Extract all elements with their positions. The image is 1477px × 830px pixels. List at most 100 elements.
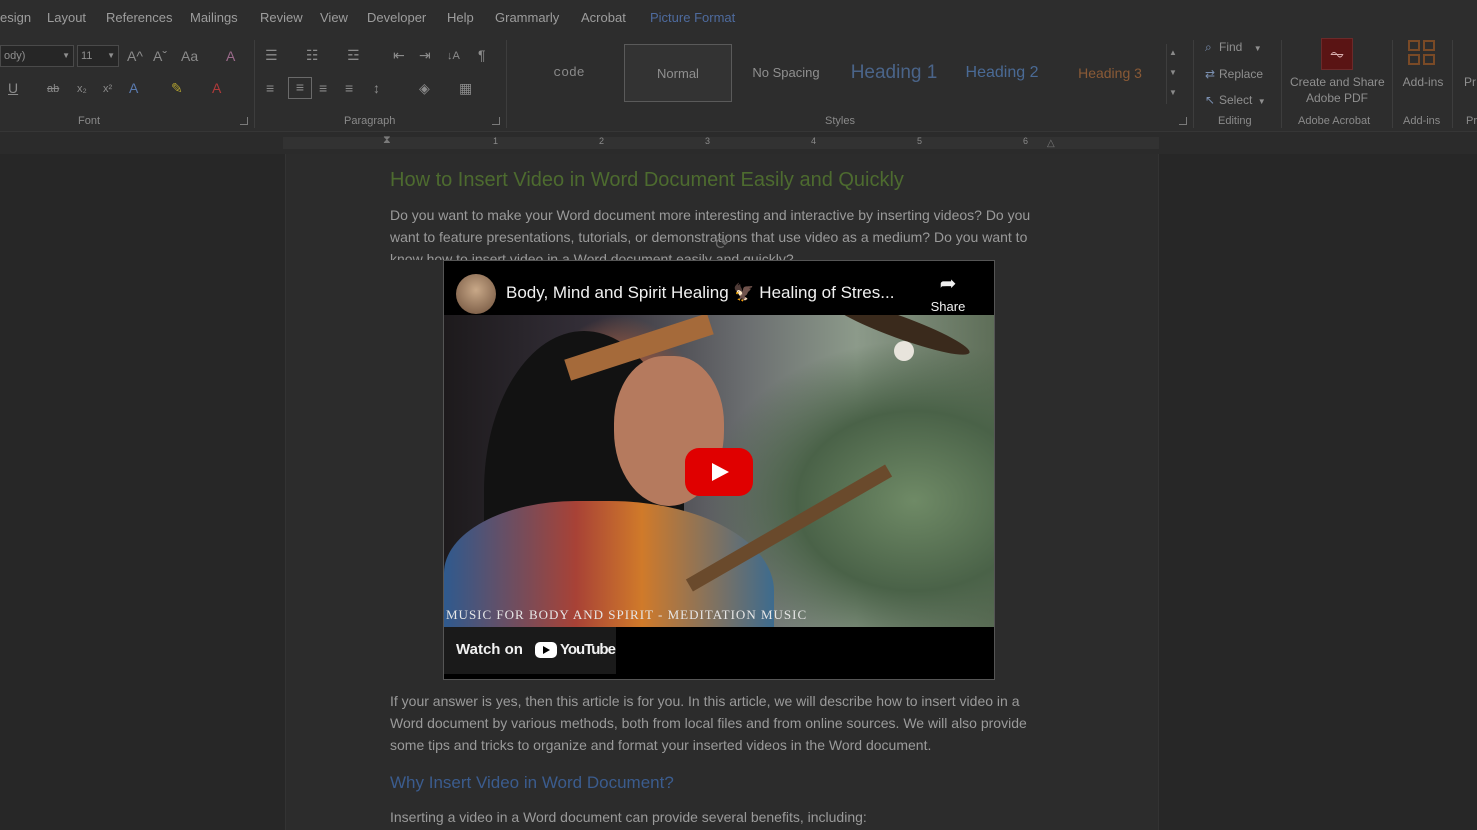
video-title[interactable]: Body, Mind and Spirit Healing 🦅 Healing … (506, 283, 894, 303)
document-title[interactable]: How to Insert Video in Word Document Eas… (390, 169, 904, 192)
bullets-icon[interactable]: ☰ (265, 46, 278, 64)
font-color-icon[interactable]: A (212, 79, 221, 97)
overflow-button[interactable]: Pr (1464, 74, 1476, 90)
cursor-icon: ↖ (1205, 93, 1216, 107)
tab-view[interactable]: View (320, 10, 348, 25)
section-heading[interactable]: Why Insert Video in Word Document? (390, 773, 674, 793)
ribbon: ody) ▼ 11 ▼ A^ Aˇ Aa A U ab x₂ x² A ✎ A … (0, 34, 1477, 132)
group-divider (1281, 40, 1282, 128)
watch-on-youtube-button[interactable]: Watch on YouTube (444, 627, 616, 674)
line-spacing-icon[interactable]: ↕ (373, 79, 380, 97)
horizontal-ruler[interactable]: 1 2 3 4 5 6 ⧗ △ (0, 132, 1477, 154)
chevron-down-icon: ▼ (1253, 44, 1262, 53)
tab-layout[interactable]: Layout (47, 10, 86, 25)
play-icon[interactable] (685, 448, 753, 496)
underline-icon[interactable]: U (8, 79, 18, 97)
styles-group-label: Styles (825, 115, 855, 127)
replace-button[interactable]: ⇄ Replace (1205, 67, 1263, 81)
tab-picture-format[interactable]: Picture Format (650, 10, 735, 25)
tab-developer[interactable]: Developer (367, 10, 426, 25)
font-size-value: 11 (81, 50, 93, 62)
tab-help[interactable]: Help (447, 10, 474, 25)
style-heading-2[interactable]: Heading 2 (950, 44, 1054, 102)
superscript-icon[interactable]: x² (103, 80, 112, 98)
channel-avatar[interactable] (456, 274, 496, 314)
share-label: Share (930, 299, 966, 314)
justify-icon[interactable]: ≡ (345, 79, 353, 97)
chevron-down-icon[interactable]: ▼ (1169, 68, 1177, 77)
group-divider (1193, 40, 1194, 128)
shrink-font-icon[interactable]: Aˇ (153, 47, 167, 65)
paragraph-dialog-launcher-icon[interactable] (492, 117, 500, 125)
style-heading-1[interactable]: Heading 1 (840, 44, 948, 102)
ribbon-tabs: esign Layout References Mailings Review … (0, 0, 1477, 34)
tab-grammarly[interactable]: Grammarly (495, 10, 559, 25)
highlight-icon[interactable]: ✎ (171, 79, 183, 97)
share-button[interactable]: ➦ Share (924, 273, 972, 314)
borders-icon[interactable]: ▦ (459, 79, 472, 97)
add-ins-button[interactable]: Add-ins (1402, 74, 1444, 90)
subscript-icon[interactable]: x₂ (77, 80, 87, 98)
clear-formatting-icon[interactable]: A (226, 47, 235, 65)
replace-icon: ⇄ (1205, 67, 1216, 81)
style-code[interactable]: code (516, 44, 622, 102)
style-heading-3[interactable]: Heading 3 (1056, 44, 1164, 102)
video-top-bar: Body, Mind and Spirit Healing 🦅 Healing … (444, 261, 994, 315)
style-normal[interactable]: Normal (624, 44, 732, 102)
increase-indent-icon[interactable]: ⇥ (419, 46, 431, 64)
tab-review[interactable]: Review (260, 10, 303, 25)
chevron-down-icon: ▼ (62, 51, 70, 60)
grow-font-icon[interactable]: A^ (127, 47, 143, 65)
paragraph-benefits[interactable]: Inserting a video in a Word document can… (390, 806, 1054, 828)
shading-icon[interactable]: ◈ (419, 79, 430, 97)
text-effects-icon[interactable]: A (129, 79, 138, 97)
ruler-number: 3 (705, 136, 711, 146)
video-caption: MUSIC FOR BODY AND SPIRIT - MEDITATION M… (446, 607, 808, 622)
chevron-up-icon[interactable]: ▲ (1169, 48, 1177, 57)
add-ins-icon[interactable] (1408, 40, 1438, 68)
right-indent-marker-icon[interactable]: △ (1047, 138, 1055, 149)
group-divider (1452, 40, 1453, 128)
font-name-value: ody) (4, 50, 26, 62)
align-left-icon[interactable]: ≡ (266, 79, 274, 97)
decrease-indent-icon[interactable]: ⇤ (393, 46, 405, 64)
strikethrough-icon[interactable]: ab (47, 80, 59, 98)
paragraph-answer[interactable]: If your answer is yes, then this article… (390, 690, 1054, 756)
share-arrow-icon: ➦ (939, 273, 957, 295)
pilcrow-icon[interactable]: ¶ (478, 46, 486, 64)
youtube-wordmark: YouTube (560, 641, 616, 658)
ruler-number: 6 (1023, 136, 1029, 146)
styles-gallery-scroll[interactable]: ▲ ▼ ▼ (1166, 44, 1178, 104)
ruler-number: 2 (599, 136, 605, 146)
chevron-down-icon: ▼ (107, 51, 115, 60)
paragraph-group-label: Paragraph (344, 115, 396, 127)
gallery-more-icon[interactable]: ▼ (1169, 88, 1177, 97)
embedded-video[interactable]: Body, Mind and Spirit Healing 🦅 Healing … (443, 260, 995, 680)
change-case-icon[interactable]: Aa (181, 47, 198, 65)
sort-icon[interactable]: ↓A (447, 47, 460, 65)
rotate-handle-icon[interactable]: ⟳ (713, 236, 731, 254)
font-dialog-launcher-icon[interactable] (240, 117, 248, 125)
font-name-combo[interactable]: ody) ▼ (0, 45, 74, 67)
ruler-number: 1 (493, 136, 499, 146)
adobe-pdf-icon[interactable]: ⏦ (1321, 38, 1353, 70)
overflow-group-label: Pr (1466, 115, 1477, 127)
indent-marker-icon[interactable]: ⧗ (383, 134, 391, 147)
styles-dialog-launcher-icon[interactable] (1179, 117, 1187, 125)
tab-acrobat[interactable]: Acrobat (581, 10, 626, 25)
align-right-icon[interactable]: ≡ (319, 79, 327, 97)
select-button[interactable]: ↖ Select ▼ (1205, 93, 1266, 107)
style-no-spacing[interactable]: No Spacing (734, 44, 838, 102)
styles-gallery: code Normal No Spacing Heading 1 Heading… (514, 44, 1166, 104)
group-divider (254, 40, 255, 128)
align-center-icon[interactable]: ≡ (288, 77, 312, 99)
font-size-combo[interactable]: 11 ▼ (77, 45, 119, 67)
find-button[interactable]: ⌕ Find ▼ (1205, 40, 1262, 55)
multilevel-list-icon[interactable]: ☲ (347, 46, 360, 64)
create-share-pdf-button[interactable]: Create and Share Adobe PDF (1290, 74, 1385, 106)
numbering-icon[interactable]: ☷ (306, 46, 319, 64)
tab-references[interactable]: References (106, 10, 172, 25)
tab-mailings[interactable]: Mailings (190, 10, 238, 25)
acrobat-group-label: Adobe Acrobat (1298, 115, 1371, 127)
tab-design[interactable]: esign (0, 10, 31, 25)
